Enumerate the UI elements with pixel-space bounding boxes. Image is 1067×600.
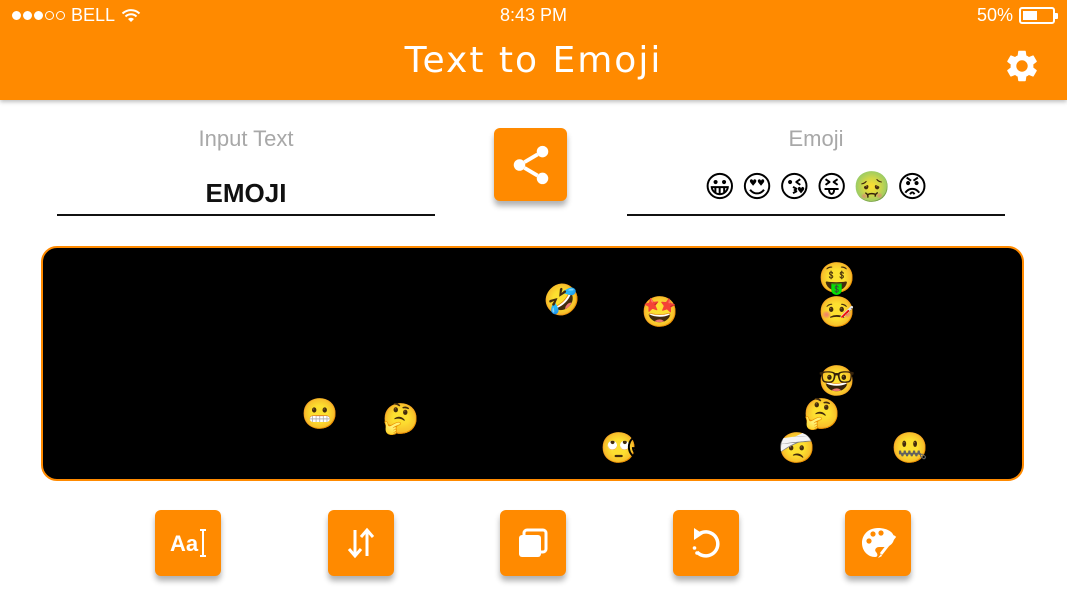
canvas-emoji: 😖 — [335, 284, 367, 317]
canvas-emoji: 😴 — [891, 365, 940, 398]
input-text-field[interactable] — [57, 174, 435, 212]
canvas-emoji: 😥 — [465, 398, 497, 431]
canvas-emoji: 😉 — [143, 398, 175, 431]
app-header: BELL 8:43 PM 50% Text to Emoji — [0, 0, 1067, 100]
canvas-emoji: 😵 — [893, 398, 925, 431]
canvas-emoji: 😍 — [143, 330, 175, 363]
canvas-emoji: 🤒 — [818, 296, 856, 329]
canvas-emoji: 😍 — [176, 432, 208, 465]
canvas-emoji: 😬 — [301, 398, 339, 431]
canvas-emoji: 🤐 — [891, 432, 929, 465]
canvas-emoji: 😫 — [465, 330, 497, 363]
canvas-emoji: 😎 — [209, 432, 241, 465]
canvas-emoji: 😭 — [393, 370, 429, 403]
palette-button[interactable] — [845, 510, 911, 576]
app-title: Text to Emoji — [404, 40, 663, 81]
output-emoji: 😡 — [896, 171, 928, 204]
canvas-emoji: 🤕 — [778, 432, 816, 465]
canvas-emoji: 😲 — [655, 401, 687, 434]
canvas-emoji: 😂 — [141, 262, 177, 295]
canvas-emoji: 😰 — [625, 262, 657, 295]
canvas-emoji: 😇 — [143, 432, 175, 465]
canvas-emoji: 😱 — [725, 403, 757, 436]
font-icon: Aa — [170, 529, 206, 557]
canvas-emoji: 🤣 — [543, 284, 581, 317]
canvas-emoji: 😁 — [242, 262, 274, 295]
settings-button[interactable] — [1003, 47, 1041, 85]
output-emoji: 😘 — [778, 171, 810, 204]
battery-percent: 50% — [976, 5, 1013, 25]
canvas-emoji: 🤔 — [382, 403, 420, 436]
canvas-emoji: 😣 — [435, 296, 467, 329]
canvas-emoji: 😌 — [209, 340, 241, 373]
canvas-emoji: 😜 — [820, 330, 852, 363]
font-button[interactable]: Aa — [155, 510, 221, 576]
canvas-emoji: 😙 — [531, 328, 563, 361]
canvas-emoji: 😞 — [590, 262, 622, 295]
canvas-emoji: 😡 — [463, 365, 495, 398]
status-right: 50% — [976, 5, 1058, 26]
canvas-emoji: 😰 — [353, 340, 385, 373]
output-emoji: 🤢 — [853, 171, 891, 204]
emoji-label: Emoji — [788, 126, 844, 151]
battery-icon — [1019, 7, 1058, 24]
output-emoji: 😀 — [704, 171, 736, 204]
canvas-emoji: 😩 — [655, 365, 687, 398]
canvas-emoji: 😇 — [303, 365, 335, 398]
canvas-emoji: 😐 — [893, 296, 925, 329]
canvas-emoji: 😨 — [893, 262, 925, 295]
canvas-emoji: 🤩 — [641, 296, 679, 329]
output-emoji: 😍 — [741, 171, 773, 204]
output-emoji: 😝 — [815, 171, 848, 204]
canvas-emoji: 😷 — [565, 398, 597, 431]
canvas-emoji: 😋 — [176, 340, 208, 373]
canvas-emoji: 😞 — [303, 432, 335, 465]
canvas-emoji: 😯 — [45, 248, 77, 281]
gear-icon — [1007, 50, 1037, 82]
canvas-emoji: 😂 — [463, 262, 499, 295]
input-text-label: Input Text — [198, 126, 294, 151]
status-bar: BELL 8:43 PM 50% — [0, 0, 1067, 30]
reset-button[interactable] — [673, 510, 739, 576]
canvas-emoji: 😅 — [143, 365, 175, 398]
canvas-emoji: 😏 — [242, 432, 274, 465]
canvas-emoji: 😛 — [303, 262, 335, 295]
canvas-emoji: 😆 — [143, 296, 175, 329]
share-icon — [513, 145, 548, 184]
status-time: 8:43 PM — [499, 5, 568, 25]
canvas-emoji: 😘 — [303, 296, 335, 329]
copy-icon — [519, 528, 548, 557]
input-underline — [57, 214, 435, 216]
rotate-left-icon — [692, 528, 720, 558]
canvas-emoji: 🤓 — [818, 365, 856, 398]
svg-text:Aa: Aa — [170, 531, 199, 556]
palette-icon — [862, 528, 897, 558]
canvas-emoji: 🤔 — [803, 398, 841, 431]
canvas-emoji: 😚 — [303, 330, 335, 363]
canvas-emoji: 😖 — [659, 330, 691, 363]
canvas-emoji: 😓 — [358, 370, 390, 403]
canvas-emoji: 😀 — [209, 262, 241, 295]
copy-button[interactable] — [500, 510, 566, 576]
swap-vertical-icon — [347, 527, 375, 559]
emoji-art-canvas: 😂 😄 😀 😁 😆 😍 😋 😌 😅 😉 😇 😍 😎 😏 😛 😖 😘 😐 😚 😰 😇 😓 😭 🤔 😬 😲 😍 😂 😆 😣 😫 😡 😥 😞 😙 😞 🤣 😰 😒 🤩… — [41, 246, 1024, 481]
canvas-emoji: 🤑 — [818, 262, 856, 295]
orientation-button[interactable] — [328, 510, 394, 576]
canvas-emoji: 😃 — [625, 432, 657, 465]
canvas-emoji: 😳 — [893, 330, 925, 363]
emoji-output-field[interactable]: 😀 😍 😘 😝 🤢 😡 — [627, 170, 1005, 210]
emoji-underline — [627, 214, 1005, 216]
canvas-emoji: 😄 — [176, 262, 208, 295]
share-button[interactable] — [494, 128, 567, 201]
